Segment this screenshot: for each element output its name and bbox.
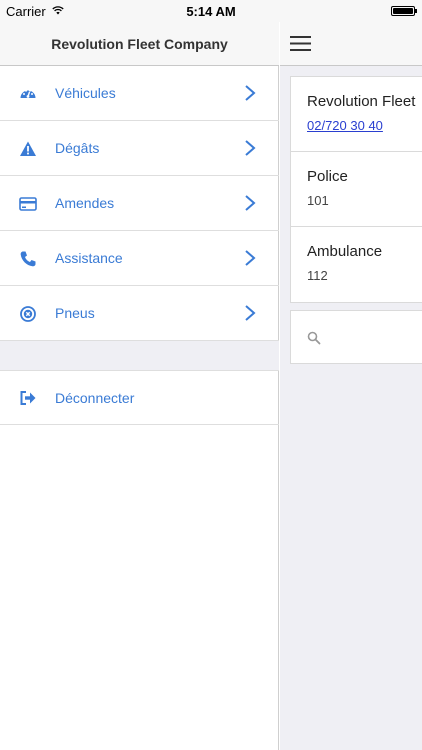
chevron-right-icon [245,85,256,101]
chevron-right-icon [245,250,256,266]
menu-item-pneus[interactable]: Pneus [0,286,279,341]
content-header [280,22,422,66]
sign-out-icon [20,391,36,405]
search-icon [307,331,321,345]
menu-item-label: Véhicules [55,85,116,101]
contacts-card: Revolution Fleet 02/720 30 40 Police 101… [290,76,422,303]
drawer-menu: Véhicules Dégâts Amendes Assistance Pneu… [0,66,279,425]
battery-level [393,8,413,14]
content-area: Revolution Fleet 02/720 30 40 Police 101… [280,66,422,750]
drawer-header: Revolution Fleet Company [0,22,279,66]
chevron-right-icon [245,305,256,321]
logout-label: Déconnecter [55,390,135,406]
chevron-right-icon [245,140,256,156]
credit-card-icon [19,197,37,211]
battery-tip [415,9,417,13]
menu-section-spacer [0,341,279,371]
contact-phone: 112 [307,268,328,283]
contact-item[interactable]: Ambulance 112 [291,227,422,302]
contact-item[interactable]: Revolution Fleet 02/720 30 40 [291,77,422,152]
menu-item-degats[interactable]: Dégâts [0,121,279,176]
menu-item-label: Assistance [55,250,123,266]
menu-item-vehicules[interactable]: Véhicules [0,66,279,121]
contact-phone: 101 [307,193,329,208]
contact-name: Police [307,168,348,185]
drawer-title: Revolution Fleet Company [51,36,228,52]
contact-name: Revolution Fleet [307,93,416,110]
battery-icon [391,6,415,16]
status-time: 5:14 AM [186,4,236,19]
menu-item-assistance[interactable]: Assistance [0,231,279,286]
menu-item-label: Pneus [55,305,95,321]
status-bar: Carrier 5:14 AM [0,0,422,22]
circle-x-icon [20,306,36,322]
warning-triangle-icon [20,141,36,156]
app-screen: Carrier 5:14 AM Revolution Fleet 02/720 … [0,0,422,750]
contact-phone-link[interactable]: 02/720 30 40 [307,118,383,133]
menu-item-label: Dégâts [55,140,100,156]
menu-item-label: Amendes [55,195,115,211]
search-input[interactable] [290,310,422,364]
side-drawer: Revolution Fleet Company Véhicules Dégât… [0,0,279,750]
phone-icon [20,251,36,267]
dashboard-gauge-icon [20,89,36,98]
logout-button[interactable]: Déconnecter [0,371,279,425]
contact-name: Ambulance [307,243,383,260]
menu-item-amendes[interactable]: Amendes [0,176,279,231]
hamburger-menu-icon[interactable] [290,36,311,51]
chevron-right-icon [245,195,256,211]
contact-item[interactable]: Police 101 [291,152,422,227]
